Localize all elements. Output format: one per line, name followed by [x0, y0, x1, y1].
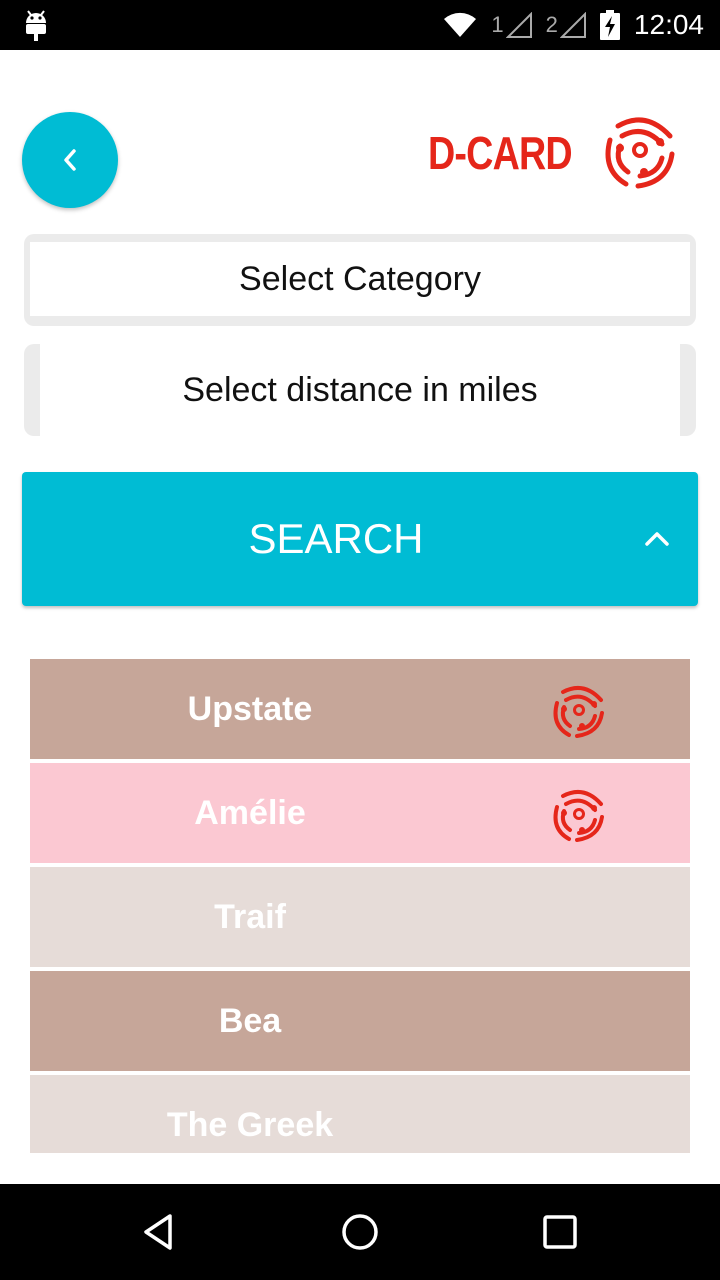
list-item[interactable]: Traif — [30, 867, 690, 967]
list-item[interactable]: Bea — [30, 971, 690, 1071]
results-list[interactable]: Upstate Amélie Traif Bea The Greek — [30, 659, 690, 1153]
wifi-icon — [444, 12, 477, 37]
home-circle-icon[interactable] — [340, 1212, 380, 1252]
android-debug-icon — [26, 10, 46, 41]
list-item-name: Upstate — [187, 689, 313, 728]
status-bar: 1 2 12:04 — [0, 0, 720, 50]
d-card-badge-icon — [548, 679, 610, 741]
list-item[interactable]: The Greek — [30, 1075, 690, 1153]
signal-icon — [559, 12, 586, 38]
signal-icon — [505, 12, 532, 38]
chevron-up-icon[interactable] — [642, 524, 672, 554]
list-item-name: Bea — [218, 1001, 282, 1040]
back-button[interactable] — [22, 112, 118, 208]
list-item[interactable]: Amélie — [30, 763, 690, 863]
recents-square-icon[interactable] — [540, 1212, 580, 1252]
search-button[interactable]: SEARCH — [22, 472, 698, 606]
battery-charging-icon — [599, 10, 620, 40]
category-select-label: Select Category — [30, 242, 690, 316]
sim2-signal: 2 — [546, 12, 586, 38]
sim1-signal: 1 — [491, 12, 532, 38]
navigation-bar — [0, 1184, 720, 1280]
clock: 12:04 — [633, 9, 704, 40]
list-item[interactable]: Upstate — [30, 659, 690, 759]
d-card-logo: D-CARD — [428, 108, 684, 194]
back-triangle-icon[interactable] — [140, 1212, 180, 1252]
logo-text: D-CARD — [428, 127, 573, 179]
d-card-swirl-icon — [605, 117, 675, 189]
list-item-name: The Greek — [166, 1105, 334, 1144]
list-item-name: Amélie — [194, 793, 306, 832]
distance-select-label: Select distance in miles — [40, 344, 680, 436]
chevron-left-icon — [64, 149, 76, 171]
list-item-name: Traif — [214, 897, 286, 936]
d-card-badge-icon — [548, 783, 610, 845]
category-select[interactable]: Select Category — [24, 234, 696, 326]
distance-select[interactable]: Select distance in miles — [24, 344, 696, 436]
sim1-label: 1 — [491, 12, 504, 37]
sim2-label: 2 — [545, 12, 558, 37]
search-button-label: SEARCH — [248, 515, 424, 562]
